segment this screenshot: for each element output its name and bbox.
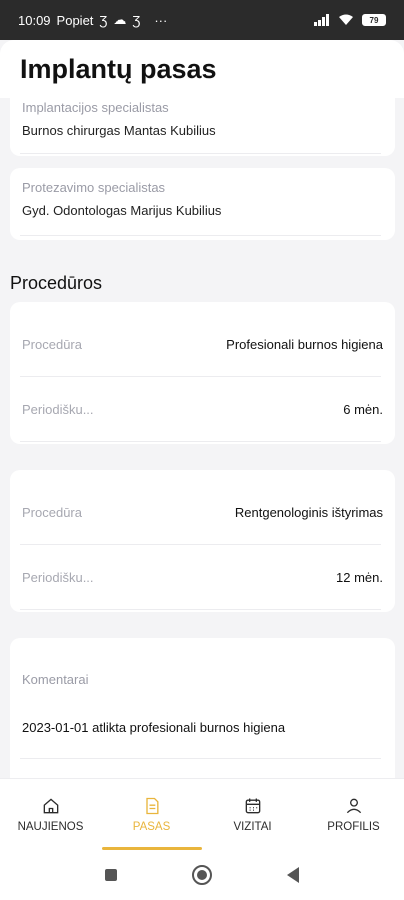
comments-label: Komentarai: [22, 672, 89, 687]
divider: [20, 758, 381, 759]
more-icon: ···: [154, 12, 168, 28]
status-day-period: Popiet: [56, 12, 94, 28]
home-button-icon[interactable]: [191, 864, 213, 886]
notification-icon: Ʒ: [132, 12, 141, 28]
system-nav-bar: [0, 850, 404, 900]
notification-icon: Ʒ: [99, 12, 108, 28]
specialist-value: Burnos chirurgas Mantas Kubilius: [22, 123, 216, 138]
back-icon[interactable]: [285, 866, 301, 884]
nav-label: PROFILIS: [327, 821, 380, 833]
nav-item-vizitai[interactable]: VIZITAI: [202, 779, 303, 850]
periodicity-value: 6 mėn.: [343, 401, 383, 417]
page-title: Implantų pasas: [20, 53, 217, 84]
cloud-icon: ☁: [113, 12, 127, 27]
periodicity-row: Periodišku... 12 mėn.: [10, 545, 395, 609]
signal-icon: [314, 14, 329, 26]
app-header: Implantų pasas: [0, 40, 404, 98]
procedure-value: Rentgenologinis ištyrimas: [234, 504, 383, 520]
procedure-row: Procedūra Profesionali burnos higiena: [10, 312, 395, 376]
main-content[interactable]: Implantacijos specialistas Burnos chirur…: [0, 98, 404, 778]
periodicity-value: 12 mėn.: [336, 569, 383, 585]
nav-item-naujienos[interactable]: NAUJIENOS: [0, 779, 101, 850]
specialist-card-prosthetics: Protezavimo specialistas Gyd. Odontologa…: [10, 168, 395, 240]
procedure-card: Procedūra Rentgenologinis ištyrimas Peri…: [10, 470, 395, 612]
home-icon: [43, 798, 58, 814]
section-title-procedures: Procedūros: [10, 273, 103, 293]
comments-card: Komentarai 2023-01-01 atlikta profesiona…: [10, 638, 395, 778]
procedure-row: Procedūra Rentgenologinis ištyrimas: [10, 480, 395, 544]
procedure-label: Procedūra: [22, 504, 82, 520]
status-time: 10:09: [18, 12, 51, 28]
procedure-value: Profesionali burnos higiena: [226, 336, 383, 352]
nav-label: PASAS: [132, 821, 171, 833]
divider: [20, 441, 381, 442]
specialist-card-implantation: Implantacijos specialistas Burnos chirur…: [10, 98, 395, 156]
status-bar: 10:09 Popiet Ʒ ☁ Ʒ ··· 79: [0, 0, 404, 40]
nav-label: VIZITAI: [233, 821, 272, 833]
bottom-nav: NAUJIENOS PASAS VIZITAI PROFILIS: [0, 778, 404, 850]
divider: [20, 609, 381, 610]
recent-apps-icon[interactable]: [103, 867, 119, 883]
battery-icon: 79: [362, 14, 386, 26]
comments-text: 2023-01-01 atlikta profesionali burnos h…: [22, 720, 286, 735]
procedure-label: Procedūra: [22, 336, 82, 352]
periodicity-row: Periodišku... 6 mėn.: [10, 377, 395, 441]
battery-level: 79: [369, 15, 379, 25]
user-icon: [346, 798, 361, 814]
document-icon: [145, 797, 158, 815]
calendar-icon: [245, 798, 260, 814]
wifi-icon: [339, 14, 353, 25]
nav-label: NAUJIENOS: [17, 821, 84, 833]
divider: [20, 153, 381, 154]
specialist-label: Implantacijos specialistas: [22, 100, 169, 115]
periodicity-label: Periodišku...: [22, 401, 94, 417]
divider: [20, 235, 381, 236]
procedure-card: Procedūra Profesionali burnos higiena Pe…: [10, 302, 395, 444]
nav-item-profilis[interactable]: PROFILIS: [303, 779, 404, 850]
periodicity-label: Periodišku...: [22, 569, 94, 585]
specialist-label: Protezavimo specialistas: [22, 180, 166, 195]
nav-item-pasas[interactable]: PASAS: [101, 779, 202, 850]
specialist-value: Gyd. Odontologas Marijus Kubilius: [22, 203, 222, 218]
